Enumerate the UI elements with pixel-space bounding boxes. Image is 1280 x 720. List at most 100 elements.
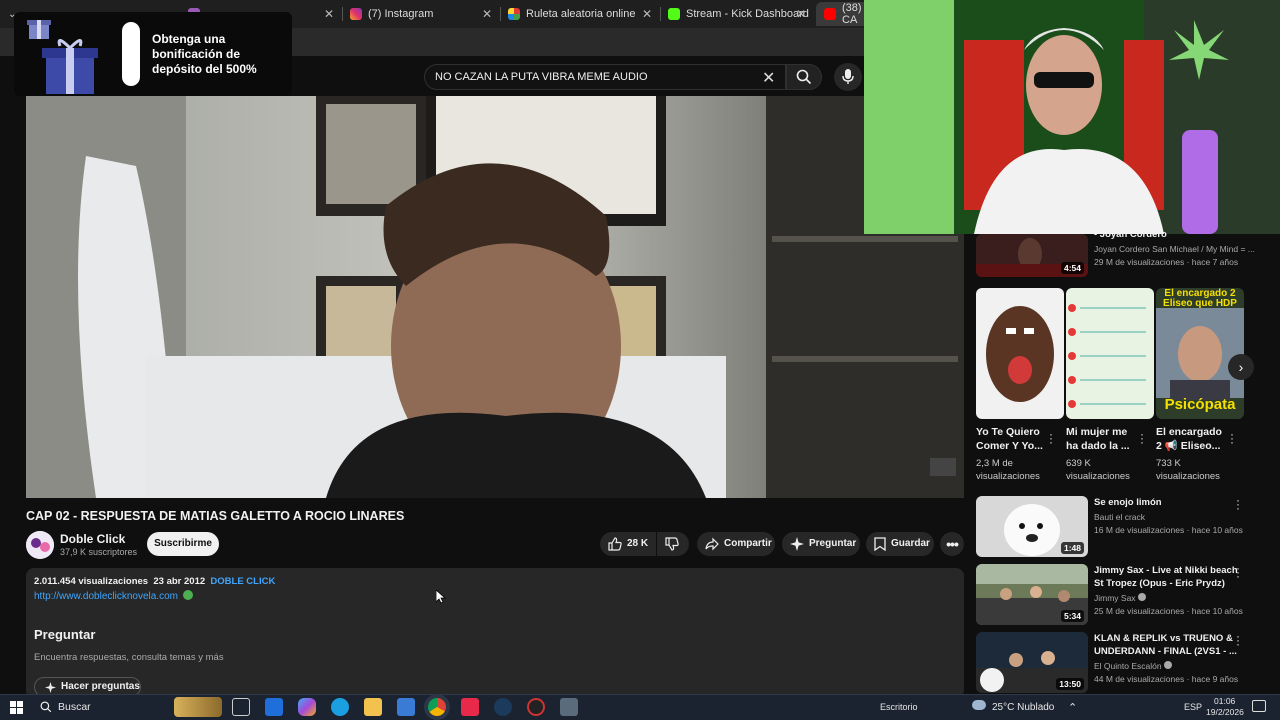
more-vertical-icon[interactable]: · · · [1230, 428, 1234, 448]
short-thumb-caption-top2: Eliseo que HDP [1163, 298, 1237, 309]
hashtag-link[interactable]: DOBLE CLICK [210, 576, 275, 587]
dislike-button[interactable] [657, 532, 689, 556]
video-duration: 5:34 [1060, 610, 1084, 622]
tab-instagram[interactable]: (7) Instagram ✕ [342, 2, 498, 26]
calculator-icon[interactable] [560, 698, 578, 716]
related-video-meta: 25 M de visualizaciones · hace 10 años [1094, 606, 1243, 616]
steam-icon[interactable] [494, 698, 512, 716]
close-icon[interactable]: ✕ [482, 7, 492, 21]
obs-icon[interactable] [527, 698, 545, 716]
verified-icon [1137, 593, 1146, 601]
recording-app-icon[interactable] [461, 698, 479, 716]
search-highlight-image [174, 697, 222, 717]
desktop-label[interactable]: Escritorio [880, 702, 918, 712]
search-button[interactable] [786, 64, 822, 90]
ask-section-subtitle: Encuentra respuestas, consulta temas y m… [34, 652, 224, 663]
short-title[interactable]: El encargado 2 📢 Eliseo... [1156, 425, 1222, 453]
app-icon[interactable] [397, 698, 415, 716]
shorts-next-button[interactable]: › [1228, 354, 1254, 380]
tab-label: Ruleta aleatoria online – ruleta [526, 8, 636, 20]
video-title: CAP 02 - RESPUESTA DE MATIAS GALETTO A R… [26, 509, 405, 523]
related-video-thumbnail[interactable]: 4:54 [976, 234, 1088, 277]
channel-avatar[interactable] [26, 531, 54, 559]
short-thumbnail[interactable]: El encargado 2 Eliseo que HDP Psicópata [1156, 288, 1244, 419]
video-duration: 13:50 [1056, 678, 1084, 690]
weather-icon [972, 700, 986, 710]
related-video-title[interactable]: Se enojo limón [1094, 496, 1162, 509]
related-video-channel[interactable]: Joyan Cordero San Michael / My Mind = ..… [1094, 243, 1255, 255]
sparkle-icon [45, 682, 56, 693]
short-thumbnail[interactable] [976, 288, 1064, 419]
more-vertical-icon[interactable]: · · · [1236, 494, 1240, 514]
weather-text[interactable]: 25°C Nublado [992, 702, 1054, 713]
short-title[interactable]: Mi mujer me ha dado la ... [1066, 425, 1130, 453]
kick-icon [668, 8, 680, 20]
windows-start-icon[interactable] [10, 701, 23, 714]
short-title[interactable]: Yo Te Quiero Comer Y Yo... [976, 425, 1043, 453]
like-count: 28 K [627, 538, 649, 549]
chrome-icon[interactable] [428, 698, 446, 716]
tab-label: (7) Instagram [368, 8, 434, 20]
avatar-image [26, 531, 54, 559]
more-vertical-icon[interactable]: · · · [1236, 630, 1240, 650]
verified-icon [182, 590, 193, 600]
subscribe-button[interactable]: Suscribirme [147, 532, 219, 556]
video-frame [26, 96, 964, 498]
share-button[interactable]: Compartir [697, 532, 775, 556]
chevron-right-icon: › [1238, 359, 1244, 375]
short-views: 733 Kvisualizaciones [1156, 458, 1220, 482]
thumbs-down-icon [665, 537, 679, 551]
related-video-thumbnail[interactable]: 13:50 [976, 632, 1088, 693]
webcam-overlay [864, 0, 1280, 234]
more-vertical-icon[interactable]: · · · [1236, 562, 1240, 582]
sparkle-icon [790, 537, 804, 551]
ask-section-title: Preguntar [34, 627, 96, 642]
more-vertical-icon[interactable]: · · · [1140, 428, 1144, 448]
thumbnail-image [1066, 288, 1154, 419]
save-button[interactable]: Guardar [866, 532, 934, 556]
related-video-title[interactable]: Jimmy Sax - Live at Nikki beach St Tropez… [1094, 564, 1238, 590]
clear-search-icon[interactable]: ✕ [762, 68, 775, 88]
search-input[interactable]: NO CAZAN LA PUTA VIBRA MEME AUDIO [424, 64, 786, 90]
ask-button[interactable]: Preguntar [782, 532, 860, 556]
related-video-channel[interactable]: El Quinto Escalón [1094, 660, 1172, 672]
edge-icon[interactable] [331, 698, 349, 716]
website-link[interactable]: http://www.dobleclicknovela.com [34, 591, 178, 602]
more-actions-button[interactable]: ••• [940, 532, 964, 556]
related-video-title[interactable]: KLAN & REPLIK vs TRUENO & UNDERDANN - FIN… [1094, 632, 1237, 658]
tab-ruleta[interactable]: Ruleta aleatoria online – ruleta ✕ [500, 2, 658, 26]
description-box[interactable] [26, 568, 964, 698]
video-player[interactable] [26, 96, 964, 498]
microsoft-store-icon[interactable] [265, 698, 283, 716]
video-duration: 4:54 [1060, 262, 1084, 274]
ruleta-icon [508, 8, 520, 20]
short-thumbnail[interactable] [1066, 288, 1154, 419]
close-icon[interactable]: ✕ [324, 7, 334, 21]
clock-date[interactable]: 19/2/2026 [1206, 707, 1244, 717]
related-video-thumbnail[interactable]: 1:48 [976, 496, 1088, 557]
description-link[interactable]: http://www.dobleclicknovela.com [34, 590, 193, 602]
copilot-icon[interactable] [298, 698, 316, 716]
file-explorer-icon[interactable] [364, 698, 382, 716]
close-icon[interactable]: ✕ [796, 7, 806, 21]
more-vertical-icon[interactable]: · · · [1049, 428, 1053, 448]
voice-search-button[interactable] [834, 63, 862, 91]
related-video-thumbnail[interactable]: 5:34 [976, 564, 1088, 625]
tab-kick[interactable]: Stream - Kick Dashboard ✕ [660, 2, 812, 26]
related-video-title[interactable]: - Joyan Cordero [1094, 228, 1167, 241]
clock-time[interactable]: 01:06 [1214, 696, 1235, 706]
video-duration: 1:48 [1060, 542, 1084, 554]
thumbnail-image [976, 288, 1064, 419]
save-label: Guardar [891, 538, 930, 549]
close-icon[interactable]: ✕ [642, 7, 652, 21]
language-indicator[interactable]: ESP [1184, 702, 1202, 712]
task-view-icon[interactable] [232, 698, 250, 716]
notification-icon[interactable] [1252, 700, 1266, 712]
view-count: 2.011.454 visualizaciones [34, 576, 149, 587]
tray-chevron-up-icon[interactable]: ⌃ [1068, 701, 1077, 714]
channel-name[interactable]: Doble Click [60, 532, 125, 546]
taskbar-search-label: Buscar [58, 701, 91, 713]
like-button[interactable]: 28 K [600, 532, 656, 556]
related-video-channel[interactable]: Bauti el crack [1094, 511, 1145, 523]
related-video-channel[interactable]: Jimmy Sax [1094, 592, 1146, 604]
